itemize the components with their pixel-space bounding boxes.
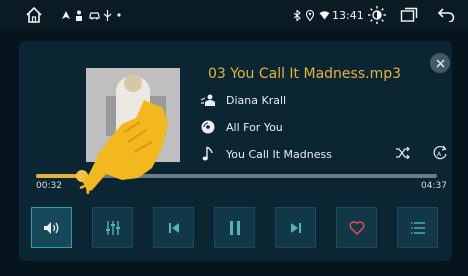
- album-art: [86, 68, 180, 162]
- dot-icon: [115, 0, 123, 30]
- volume-button[interactable]: [31, 207, 72, 248]
- bluetooth-icon: [292, 0, 302, 30]
- volume-icon: [43, 221, 58, 234]
- playlist-button[interactable]: [397, 207, 438, 248]
- favorite-button[interactable]: [336, 207, 377, 248]
- pause-button[interactable]: [214, 207, 255, 248]
- heart-icon: [349, 220, 364, 235]
- music-note-icon: [198, 144, 218, 164]
- clock: 13:41: [332, 9, 364, 22]
- next-icon: [290, 222, 301, 233]
- progress-handle[interactable]: [76, 170, 89, 182]
- repeat-icon: A: [433, 145, 447, 160]
- artist-name: Diana Krall: [226, 93, 287, 107]
- equalizer-icon: [105, 220, 120, 235]
- pause-icon: [229, 220, 240, 235]
- previous-icon: [168, 222, 179, 233]
- navigation-icon: [60, 0, 72, 30]
- progress-bar[interactable]: [36, 170, 437, 182]
- location-icon: [305, 0, 315, 30]
- song-row: You Call It Madness: [198, 144, 332, 164]
- shuffle-button[interactable]: [393, 143, 413, 163]
- artist-icon: [198, 90, 218, 110]
- song-name: You Call It Madness: [226, 147, 332, 161]
- brightness-icon[interactable]: [365, 0, 389, 30]
- equalizer-button[interactable]: [92, 207, 133, 248]
- elapsed-time: 00:32: [36, 181, 62, 191]
- track-title: 03 You Call It Madness.mp3: [208, 66, 401, 82]
- next-button[interactable]: [275, 207, 316, 248]
- usb-icon: [102, 0, 112, 30]
- person-icon: [74, 0, 84, 30]
- previous-button[interactable]: [153, 207, 194, 248]
- album-name: All For You: [226, 120, 283, 134]
- music-player-panel: 03 You Call It Madness.mp3 Diana Krall A…: [19, 41, 452, 261]
- album-icon: [198, 117, 218, 137]
- svg-text:A: A: [437, 151, 442, 158]
- back-icon[interactable]: [434, 0, 458, 30]
- album-row: All For You: [198, 117, 283, 137]
- playback-controls: [31, 207, 441, 248]
- home-icon[interactable]: [22, 0, 46, 30]
- close-icon: [436, 59, 444, 67]
- status-bar: 13:41: [0, 0, 468, 30]
- wifi-icon: [318, 0, 330, 30]
- total-time: 04:37: [421, 181, 447, 191]
- artist-row: Diana Krall: [198, 90, 286, 110]
- close-button[interactable]: [430, 53, 450, 73]
- shuffle-icon: [396, 147, 410, 159]
- window-icon[interactable]: [398, 0, 420, 30]
- repeat-button[interactable]: A: [430, 143, 450, 163]
- car-icon: [88, 0, 100, 30]
- playlist-icon: [410, 221, 425, 234]
